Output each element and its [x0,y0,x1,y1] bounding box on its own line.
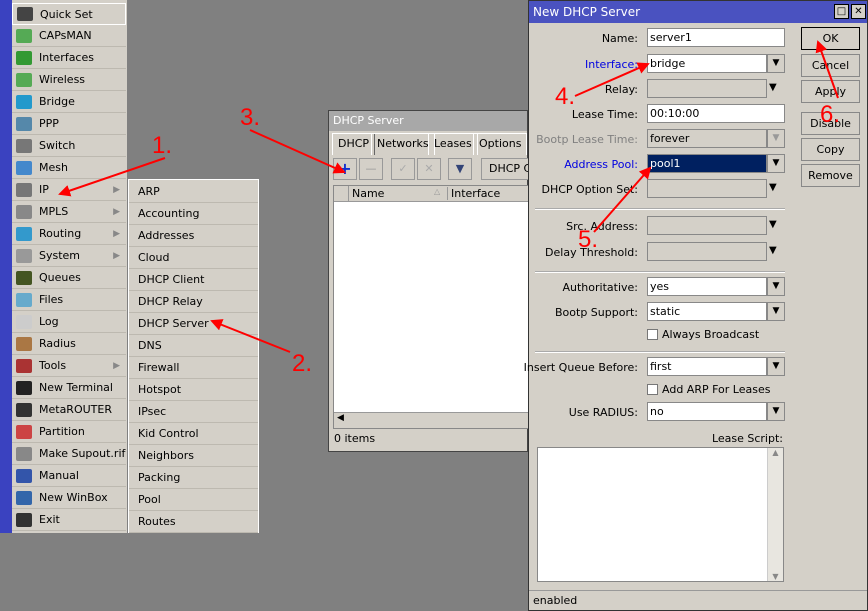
annotation-5: 5. [578,226,599,253]
arrow-5 [593,166,652,233]
arrow-6 [815,40,839,99]
arrow-3 [249,129,346,174]
annotation-2: 2. [292,350,313,377]
annotation-6: 6. [820,101,841,128]
annotation-4: 4. [555,83,576,110]
arrow-2 [210,319,291,353]
annotation-1: 1. [152,132,173,159]
annotation-arrows [58,40,839,353]
annotation-3: 3. [240,104,261,131]
arrow-1 [58,157,166,197]
arrow-4 [574,62,650,97]
